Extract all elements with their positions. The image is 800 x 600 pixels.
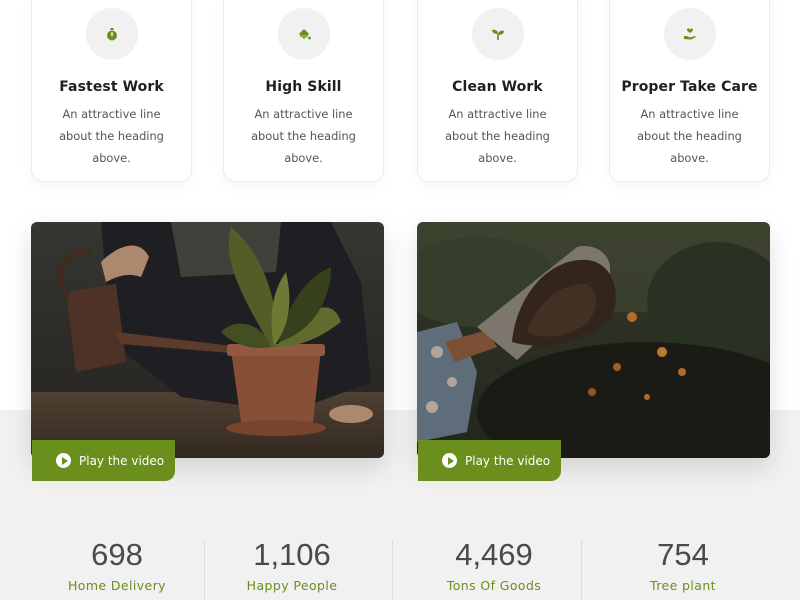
garden-trowel-soil-photo [417,222,770,458]
feature-card-clean-work: Clean Work An attractive line about the … [417,0,578,182]
feature-description: An attractive line about the heading abo… [445,107,550,165]
stat-divider [204,540,205,600]
play-video-button-2[interactable]: Play the video [418,440,561,481]
stat-number: 698 [91,537,143,572]
feature-title: Fastest Work [59,79,164,95]
feature-card-fastest-work: Fastest Work An attractive line about th… [31,0,192,182]
hand-heart-icon [663,8,716,60]
stat-label: Tons Of Goods [446,578,542,593]
stat-number: 4,469 [455,537,533,572]
feature-title: Proper Take Care [621,79,758,95]
stat-number: 1,106 [253,537,331,572]
play-video-label: Play the video [79,453,165,468]
stat-tons-of-goods: 4,469 Tons Of Goods [414,536,574,593]
feature-description: An attractive line about the heading abo… [59,107,164,165]
sprout-icon [471,8,524,60]
watering-plant-photo [31,222,384,458]
play-icon [56,453,71,468]
play-video-button-1[interactable]: Play the video [32,440,175,481]
stat-divider [392,540,393,600]
play-icon [442,453,457,468]
feature-title: High Skill [265,79,342,95]
stat-home-delivery: 698 Home Delivery [37,536,197,593]
stat-happy-people: 1,106 Happy People [212,536,372,593]
video-card-trowel[interactable] [417,222,770,458]
stat-tree-plant: 754 Tree plant [603,536,763,593]
feature-card-proper-take-care: Proper Take Care An attractive line abou… [609,0,770,182]
paint-bucket-icon [277,8,330,60]
stat-label: Happy People [246,578,338,593]
stat-label: Tree plant [650,578,716,593]
stat-label: Home Delivery [68,578,166,593]
stat-divider [581,540,582,600]
video-card-watering[interactable] [31,222,384,458]
feature-title: Clean Work [452,79,543,95]
play-video-label: Play the video [465,453,551,468]
feature-description: An attractive line about the heading abo… [251,107,356,165]
feature-card-high-skill: High Skill An attractive line about the … [223,0,384,182]
stat-number: 754 [657,537,709,572]
feature-description: An attractive line about the heading abo… [637,107,742,165]
stopwatch-icon [85,8,138,60]
